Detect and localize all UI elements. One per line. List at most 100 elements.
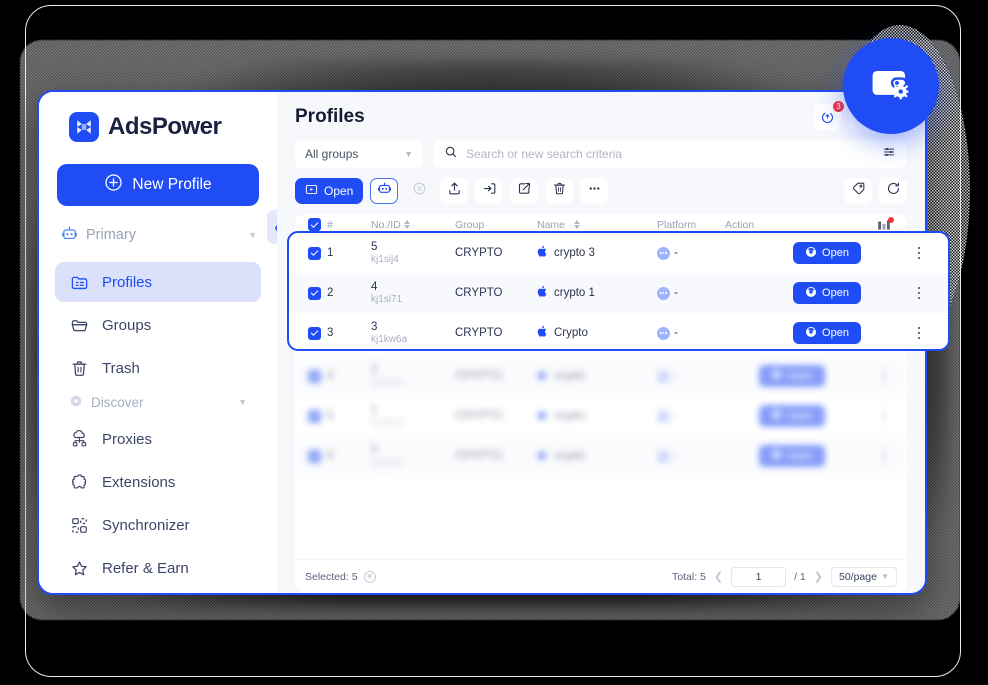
row-more-cell[interactable] [902, 286, 936, 300]
import-arrow-icon [482, 181, 497, 201]
row-more-cell[interactable] [867, 449, 901, 463]
sidebar-item-synchronizer[interactable]: Synchronizer [55, 505, 261, 545]
row-checkbox[interactable] [307, 449, 321, 463]
tag-button[interactable] [844, 178, 872, 204]
sliders-icon[interactable] [882, 145, 896, 164]
column-header-platform[interactable]: Platform [657, 219, 717, 231]
delete-button[interactable] [545, 178, 574, 204]
sidebar-group-primary[interactable]: Primary ▼ [61, 224, 257, 246]
close-button[interactable] [405, 178, 433, 204]
new-profile-button[interactable]: New Profile [57, 164, 259, 206]
row-action-cell: Open [752, 282, 902, 304]
table-row-highlight[interactable]: 1 5 kj1sij4 CRYPTO crypto 3 - Open [289, 233, 948, 273]
settings-notification-dot [888, 216, 894, 223]
history-badge: 3 [832, 100, 845, 113]
open-button[interactable]: Open [295, 178, 364, 204]
row-more-icon[interactable] [917, 326, 921, 340]
row-open-button[interactable]: Open [758, 365, 826, 387]
row-checkbox[interactable] [307, 246, 321, 260]
page-size-select[interactable]: 50/page ▼ [831, 566, 897, 587]
more-button[interactable] [580, 178, 609, 204]
share-button[interactable] [510, 178, 539, 204]
platform-placeholder-icon [657, 326, 670, 340]
row-more-cell[interactable] [867, 369, 901, 383]
share-box-icon [517, 181, 532, 201]
row-checkbox-cell [301, 326, 327, 340]
row-more-icon[interactable] [882, 449, 886, 463]
row-checkbox[interactable] [307, 326, 321, 340]
row-id: kj1de4f [371, 417, 404, 428]
table-row-highlight[interactable]: 3 3 kj1kw6a CRYPTO Crypto - Open [289, 313, 948, 349]
sidebar-discover-section[interactable]: Discover ▼ [55, 391, 261, 413]
row-open-button[interactable]: Open [793, 322, 861, 344]
trash-icon [552, 181, 567, 201]
clear-selection-button[interactable]: ✕ [363, 570, 376, 583]
row-num: 2 [327, 287, 334, 299]
robot-icon [377, 181, 392, 201]
chevron-down-icon[interactable]: ▼ [238, 397, 247, 407]
sidebar-item-proxies[interactable]: Proxies [55, 419, 261, 459]
sidebar-item-profiles[interactable]: Profiles [55, 262, 261, 302]
browser-logo-icon [805, 326, 817, 341]
compass-icon [69, 394, 83, 411]
row-open-button[interactable]: Open [793, 242, 861, 264]
apple-icon [537, 245, 548, 261]
export-button[interactable] [440, 178, 469, 204]
search-box[interactable] [433, 140, 907, 168]
prev-page-button[interactable]: ❮ [714, 570, 723, 583]
sort-arrows-icon[interactable] [574, 219, 581, 230]
row-id-cell: 2 kj1ab2c [371, 364, 455, 388]
select-all-checkbox[interactable] [307, 218, 321, 231]
columns-settings-icon[interactable] [877, 216, 894, 231]
group-filter-value: All groups [305, 147, 359, 161]
history-refresh-button[interactable]: 3 [814, 100, 845, 131]
row-checkbox[interactable] [307, 286, 321, 300]
table-row[interactable]: 5 1 kj1de4f CRYPTO crypto - Open [295, 396, 907, 436]
table-row-highlight[interactable]: 2 4 kj1si71 CRYPTO crypto 1 - Open [289, 273, 948, 313]
row-more-cell[interactable] [902, 326, 936, 340]
row-more-cell[interactable] [902, 246, 936, 260]
column-header-num[interactable]: # [327, 219, 371, 231]
wallet-settings-fab[interactable] [843, 38, 939, 134]
robot-automation-button[interactable] [370, 178, 399, 204]
column-header-name[interactable]: Name [537, 219, 657, 231]
sidebar-item-refer-and-earn[interactable]: Refer & Earn [55, 548, 261, 588]
page-number-input[interactable]: 1 [731, 566, 787, 587]
groups-folder-icon [69, 315, 89, 335]
row-open-button[interactable]: Open [793, 282, 861, 304]
sidebar-item-groups[interactable]: Groups [55, 305, 261, 345]
row-more-icon[interactable] [882, 409, 886, 423]
sidebar-item-trash[interactable]: Trash [55, 348, 261, 388]
sidebar-item-label: Refer & Earn [102, 559, 189, 577]
row-action-cell: Open [752, 242, 902, 264]
row-open-button[interactable]: Open [758, 445, 826, 467]
group-filter-select[interactable]: All groups ▼ [295, 140, 423, 168]
browser-logo-icon [805, 286, 817, 301]
row-checkbox[interactable] [307, 369, 321, 383]
table-row[interactable]: 6 0 kj1gh6i CRYPTO crypto - Open [295, 436, 907, 476]
row-name-cell: crypto [537, 408, 657, 424]
row-more-icon[interactable] [917, 286, 921, 300]
sidebar-item-label: Extensions [102, 473, 176, 491]
table-footer: Selected: 5 ✕ Total: 5 ❮ 1 / 1 ❯ 50/page… [295, 559, 907, 593]
table-row[interactable]: 4 2 kj1ab2c CRYPTO crypto - Open [295, 356, 907, 396]
row-platform-cell: - [657, 326, 752, 340]
chevron-down-icon[interactable]: ▼ [248, 230, 257, 240]
row-name-cell: crypto [537, 448, 657, 464]
profiles-folder-icon [69, 272, 89, 292]
sort-arrows-icon[interactable] [403, 219, 410, 230]
refresh-button[interactable] [879, 178, 907, 204]
sidebar-item-extensions[interactable]: Extensions [55, 462, 261, 502]
row-open-button[interactable]: Open [758, 405, 826, 427]
row-more-cell[interactable] [867, 409, 901, 423]
search-input[interactable] [466, 147, 874, 161]
sidebar-item-label: Synchronizer [102, 516, 190, 534]
row-more-icon[interactable] [917, 246, 921, 260]
column-header-id[interactable]: No./ID [371, 219, 455, 231]
import-button[interactable] [475, 178, 504, 204]
next-page-button[interactable]: ❯ [814, 570, 823, 583]
row-more-icon[interactable] [882, 369, 886, 383]
column-header-group[interactable]: Group [455, 219, 537, 231]
pagination: Total: 5 ❮ 1 / 1 ❯ 50/page ▼ [672, 566, 897, 587]
row-checkbox[interactable] [307, 409, 321, 423]
